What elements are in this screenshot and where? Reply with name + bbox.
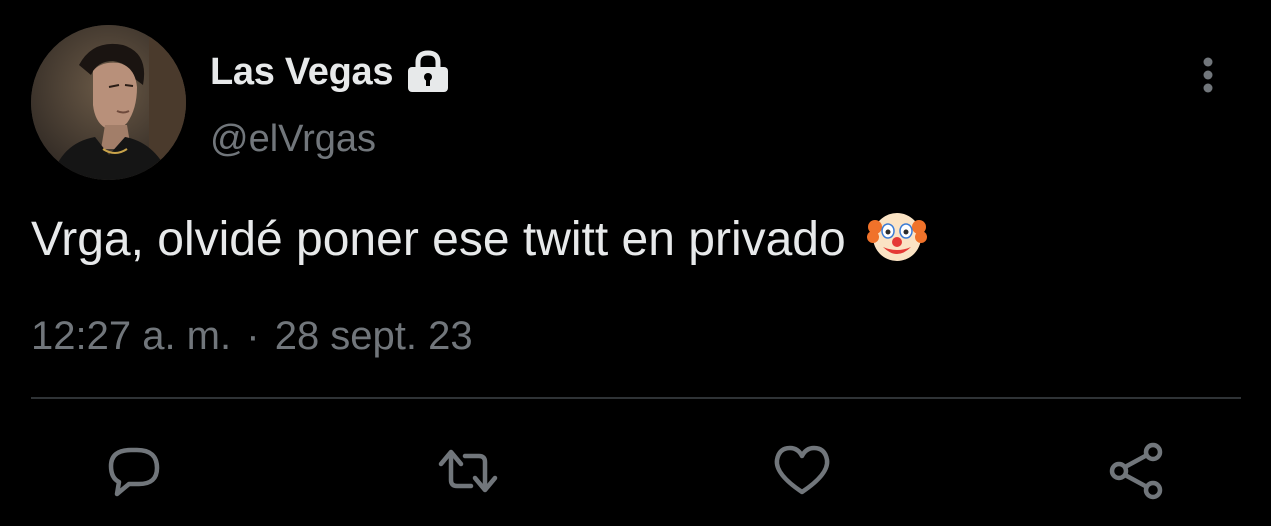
avatar[interactable] bbox=[31, 25, 186, 180]
author-name-row[interactable]: Las Vegas bbox=[210, 50, 451, 94]
tweet-text-content: Vrga, olvidé poner ese twitt en privado bbox=[31, 213, 846, 266]
heart-icon bbox=[771, 440, 833, 502]
meta-separator: · bbox=[246, 314, 260, 358]
tweet-text: Vrga, olvidé poner ese twitt en privado bbox=[31, 205, 928, 271]
share-button[interactable] bbox=[1105, 440, 1167, 502]
tweet-date: 28 sept. 23 bbox=[274, 314, 473, 358]
tweet-detail: Las Vegas @elVrgas Vrga, olvidé poner es… bbox=[0, 0, 1271, 526]
reply-button[interactable] bbox=[103, 440, 165, 502]
like-button[interactable] bbox=[771, 440, 833, 502]
share-icon bbox=[1105, 440, 1167, 502]
vertical-dots-icon bbox=[1190, 57, 1226, 104]
retweet-icon bbox=[437, 440, 499, 502]
clown-face-emoji bbox=[867, 205, 928, 265]
retweet-button[interactable] bbox=[437, 440, 499, 502]
tweet-time: 12:27 a. m. bbox=[31, 314, 232, 358]
lock-icon bbox=[405, 50, 451, 94]
divider bbox=[31, 397, 1241, 399]
more-options-button[interactable] bbox=[1190, 52, 1226, 100]
display-name[interactable]: Las Vegas bbox=[210, 51, 394, 94]
user-handle[interactable]: @elVrgas bbox=[210, 118, 376, 161]
comment-icon bbox=[103, 440, 165, 502]
tweet-timestamp[interactable]: 12:27 a. m. · 28 sept. 23 bbox=[31, 308, 473, 364]
